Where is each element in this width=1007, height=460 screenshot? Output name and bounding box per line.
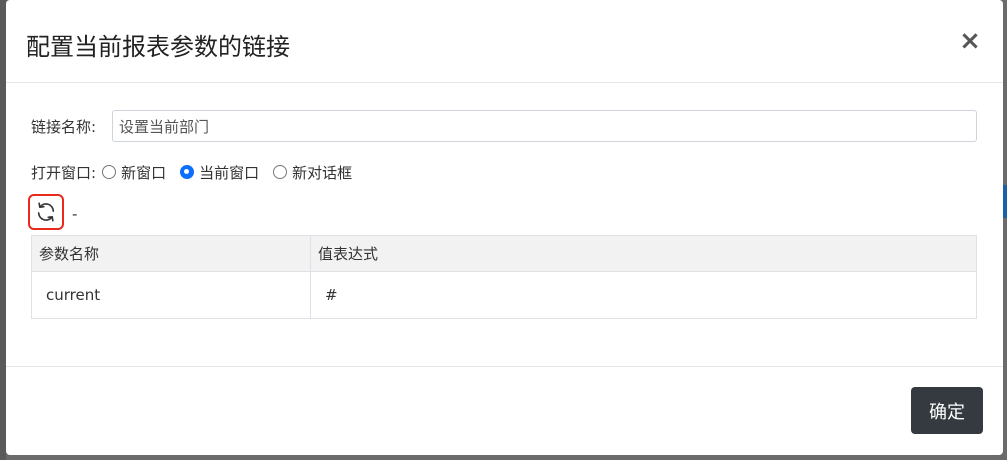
- footer-divider: [6, 366, 1003, 367]
- link-name-input[interactable]: [112, 110, 977, 142]
- dialog-header: 配置当前报表参数的链接 ×: [6, 0, 1003, 83]
- open-window-label: 打开窗口:: [31, 163, 97, 182]
- open-window-options: 新窗口 当前窗口 新对话框: [102, 162, 366, 183]
- refresh-status: -: [72, 205, 78, 223]
- column-header-value-expression: 值表达式: [310, 235, 977, 272]
- params-table: 参数名称 值表达式 current #: [31, 235, 977, 319]
- param-name-cell[interactable]: current: [31, 271, 311, 319]
- refresh-icon: [37, 202, 55, 222]
- table-row: current #: [31, 271, 977, 319]
- value-expression-cell[interactable]: #: [310, 271, 977, 319]
- link-config-dialog: 配置当前报表参数的链接 × 链接名称: 打开窗口: 新窗口 当前窗口 新对话框: [6, 0, 1003, 455]
- radio-button[interactable]: [180, 165, 195, 179]
- ok-button[interactable]: 确定: [911, 387, 983, 434]
- background-accent-band: [1003, 185, 1007, 218]
- radio-new-window[interactable]: 新窗口: [102, 162, 166, 183]
- radio-new-dialog[interactable]: 新对话框: [273, 162, 352, 183]
- open-window-row: 打开窗口: 新窗口 当前窗口 新对话框: [31, 160, 366, 184]
- radio-label: 新对话框: [292, 163, 353, 182]
- link-name-label: 链接名称:: [31, 117, 97, 136]
- refresh-button[interactable]: [28, 194, 64, 230]
- radio-current-window[interactable]: 当前窗口: [180, 162, 259, 183]
- column-header-param-name: 参数名称: [31, 235, 311, 272]
- table-header-row: 参数名称 值表达式: [31, 235, 977, 272]
- radio-label: 新窗口: [121, 163, 167, 182]
- radio-button[interactable]: [102, 165, 117, 179]
- radio-button[interactable]: [273, 165, 288, 179]
- dialog-title: 配置当前报表参数的链接: [26, 33, 290, 61]
- link-name-row: 链接名称:: [31, 110, 96, 142]
- radio-label: 当前窗口: [199, 163, 260, 182]
- close-icon[interactable]: ×: [957, 28, 983, 54]
